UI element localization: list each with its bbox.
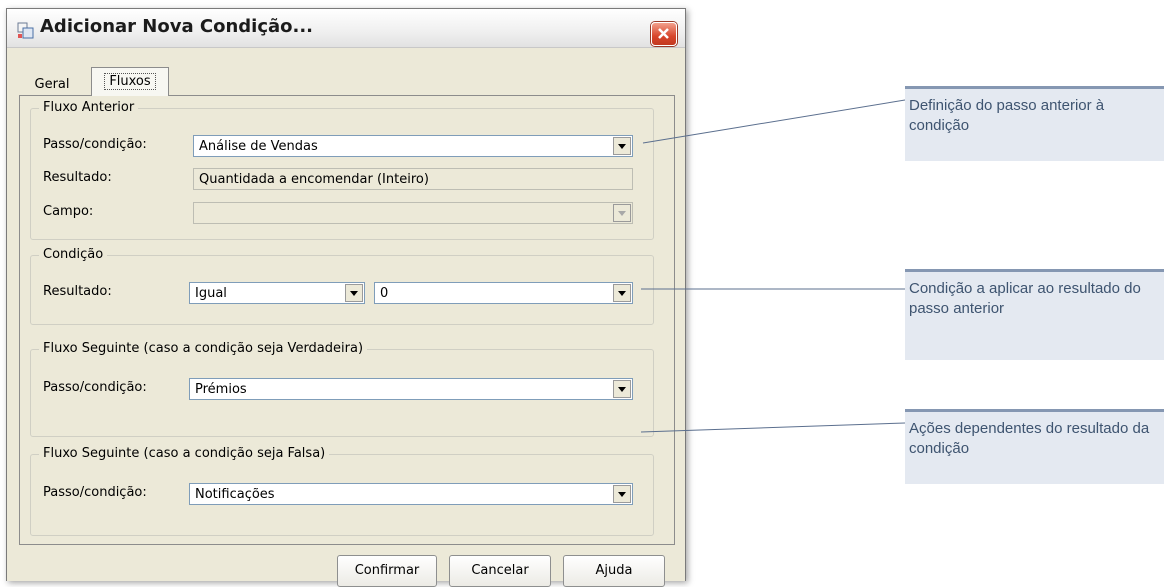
- annotation-text-3: Ações dependentes do resultado da condiç…: [909, 420, 1150, 457]
- annotation-text-1: Definição do passo anterior à condição: [909, 97, 1105, 134]
- connector-line-3: [640, 422, 906, 433]
- tab-fluxos[interactable]: Fluxos: [91, 67, 169, 96]
- connector-line-1: [642, 99, 906, 144]
- annotation-callout-2: Condição a aplicar ao resultado do passo…: [905, 269, 1164, 360]
- annotation-text-2: Condição a aplicar ao resultado do passo…: [909, 280, 1141, 317]
- annotation-callout-3: Ações dependentes do resultado da condiç…: [905, 409, 1164, 484]
- tab-fluxos-label: Fluxos: [104, 73, 156, 90]
- annotation-callout-1: Definição do passo anterior à condição: [905, 86, 1164, 161]
